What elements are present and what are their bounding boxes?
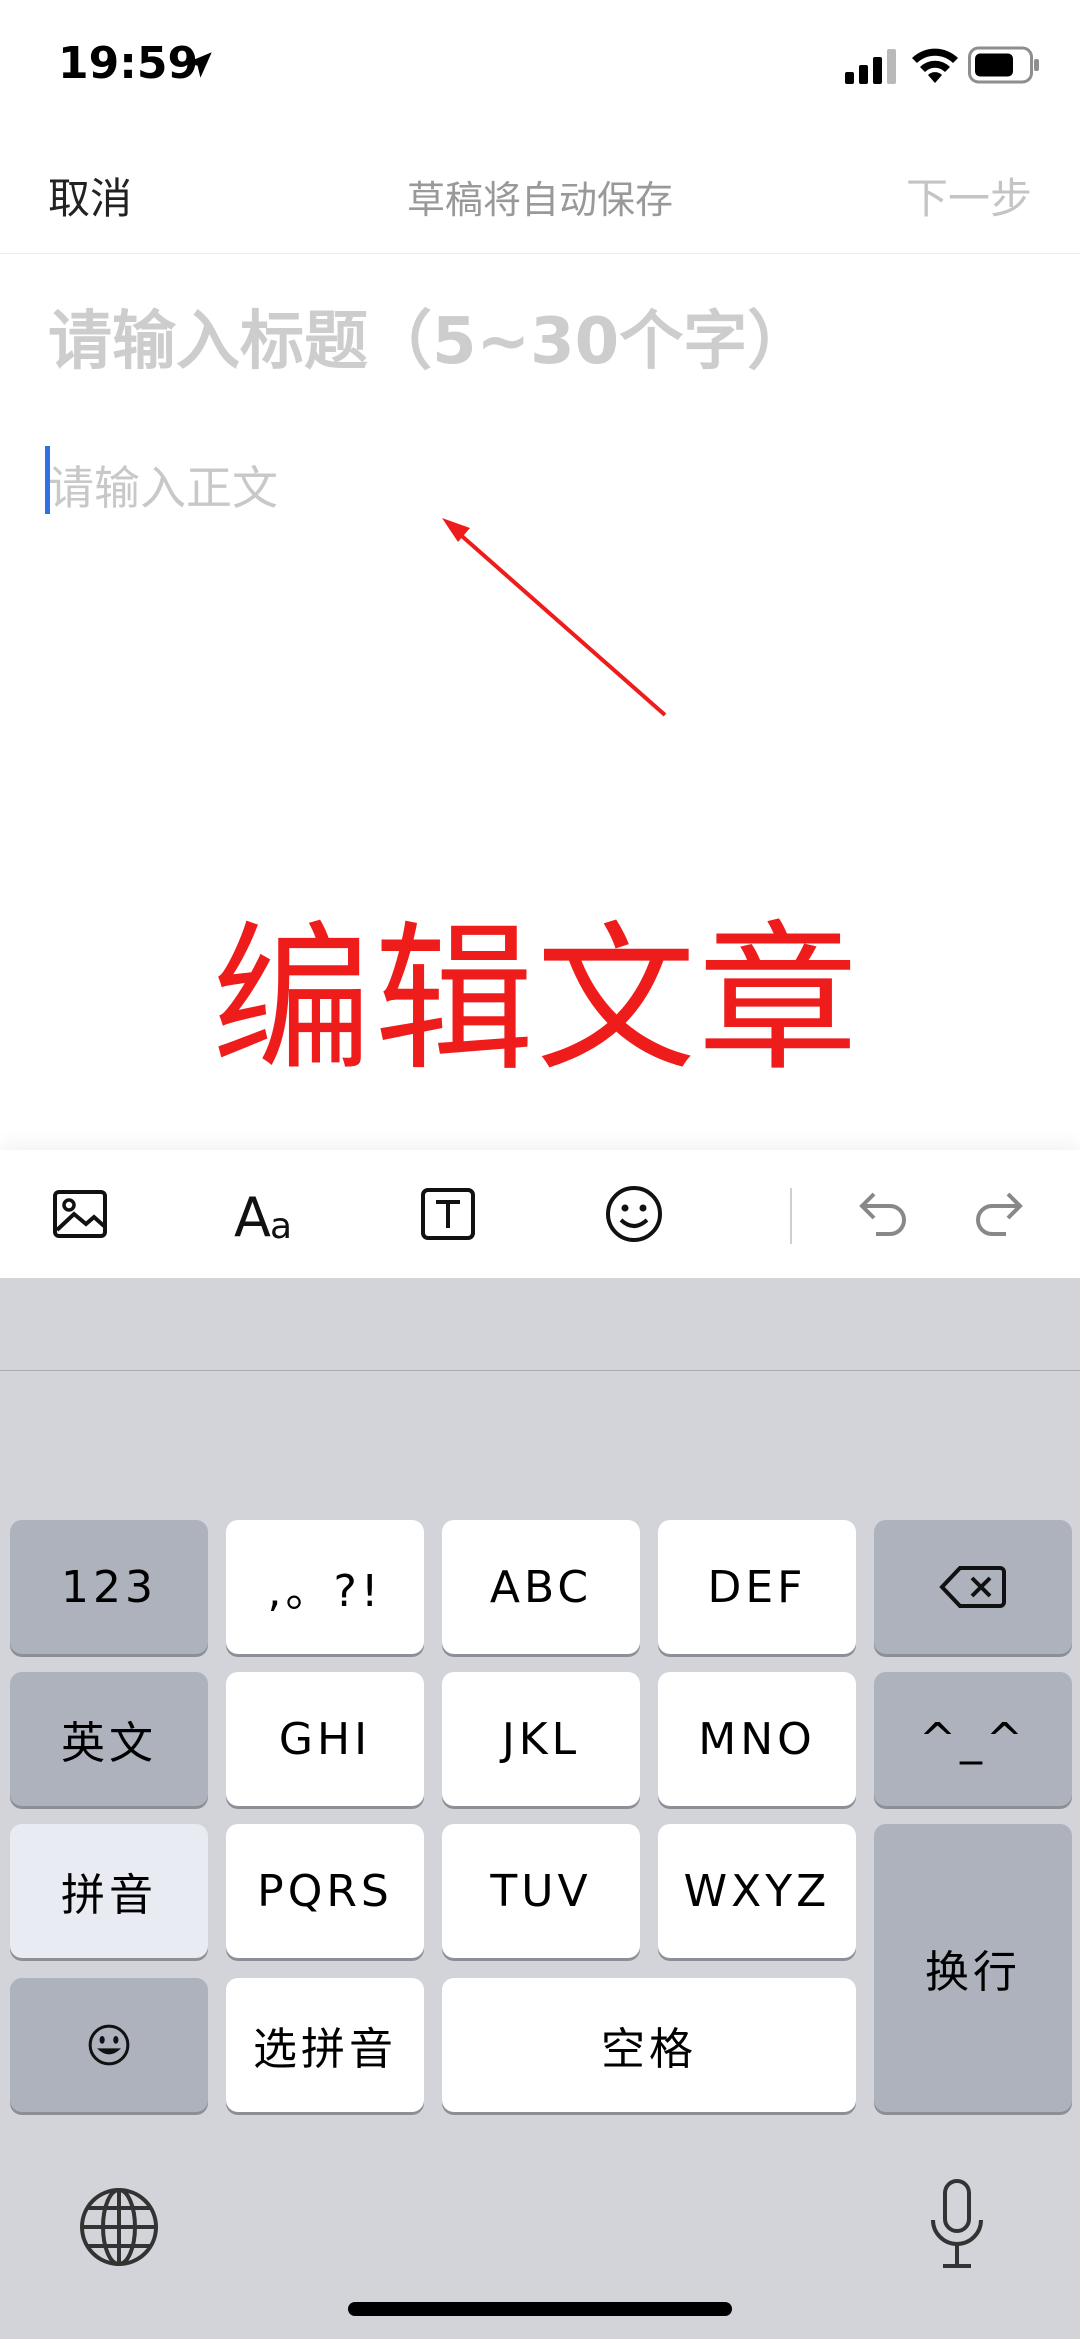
delete-icon <box>939 1566 1006 1608</box>
candidate-bar-divider <box>0 1370 1080 1371</box>
undo-icon[interactable] <box>854 1184 910 1244</box>
globe-icon[interactable] <box>78 2186 160 2268</box>
key-ghi[interactable]: GHI <box>226 1672 424 1806</box>
key-pinyin[interactable]: 拼音 <box>10 1824 208 1958</box>
key-123[interactable]: 123 <box>10 1520 208 1654</box>
key-pqrs[interactable]: PQRS <box>226 1824 424 1958</box>
toolbar-divider <box>790 1188 792 1244</box>
space-key[interactable]: 空格 <box>442 1978 856 2112</box>
key-english[interactable]: 英文 <box>10 1672 208 1806</box>
key-wxyz[interactable]: WXYZ <box>658 1824 856 1958</box>
key-mno[interactable]: MNO <box>658 1672 856 1806</box>
emoji-icon[interactable] <box>604 1184 664 1244</box>
key-punctuation[interactable]: ,。?! <box>226 1520 424 1654</box>
svg-text:A: A <box>234 1186 271 1244</box>
key-select-pinyin[interactable]: 选拼音 <box>226 1978 424 2112</box>
emoji-icon <box>88 2024 130 2066</box>
key-newline[interactable]: 换行 <box>874 1824 1072 2112</box>
text-box-icon[interactable] <box>420 1184 476 1244</box>
editor-toolbar: Aa <box>0 1150 1080 1278</box>
font-size-icon[interactable]: Aa <box>232 1184 300 1249</box>
image-icon[interactable] <box>52 1184 108 1244</box>
key-emoji[interactable] <box>10 1978 208 2112</box>
svg-text:a: a <box>270 1206 292 1244</box>
key-tuv[interactable]: TUV <box>442 1824 640 1958</box>
keyboard: 123 ,。?! ABC DEF 英文 GHI JKL MNO ^_^ 拼音 P… <box>0 1278 1080 2339</box>
home-indicator[interactable] <box>348 2302 732 2316</box>
key-kaomoji[interactable]: ^_^ <box>874 1672 1072 1806</box>
key-abc[interactable]: ABC <box>442 1520 640 1654</box>
delete-key[interactable] <box>874 1520 1072 1654</box>
key-jkl[interactable]: JKL <box>442 1672 640 1806</box>
redo-icon[interactable] <box>972 1184 1028 1244</box>
microphone-icon[interactable] <box>928 2178 986 2272</box>
annotation-label: 编辑文章 <box>212 906 861 1093</box>
key-def[interactable]: DEF <box>658 1520 856 1654</box>
